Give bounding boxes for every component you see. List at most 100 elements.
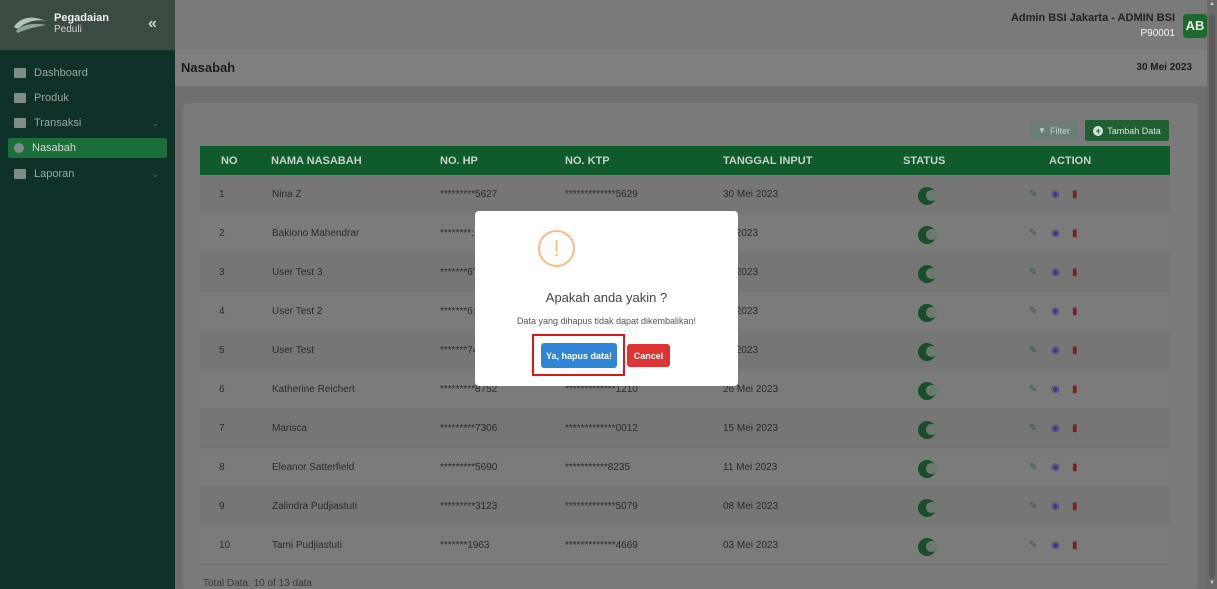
cell-date: 08 Mei 2023 [723,501,779,512]
sidebar: Dashboard Produk Transaksi ⌄ Nasabah Lap… [0,50,175,589]
eye-icon[interactable]: ◉ [1051,540,1060,551]
trash-icon[interactable]: ▮ [1072,462,1078,473]
status-toggle[interactable] [918,421,937,439]
eye-icon[interactable]: ◉ [1051,345,1060,356]
trash-icon[interactable]: ▮ [1072,540,1078,551]
sidebar-item-label: Nasabah [32,142,77,154]
edit-icon[interactable]: ✎ [1029,306,1037,317]
header-status: STATUS [903,154,946,167]
logo-icon [14,17,46,33]
confirm-delete-button[interactable]: Ya, hapus data! [541,343,617,368]
cell-hp: *********3123 [440,501,498,512]
eye-icon[interactable]: ◉ [1051,423,1060,434]
cell-name: Bakiono Mahendrar [272,228,360,239]
logo-subtitle: Peduli [54,24,82,35]
grid-icon [14,93,26,103]
status-toggle[interactable] [918,538,937,556]
eye-icon[interactable]: ◉ [1051,384,1060,395]
page-title: Nasabah [181,60,236,75]
sidebar-item-label: Produk [34,92,69,104]
sidebar-item-produk[interactable]: Produk [8,88,167,108]
user-menu[interactable]: Admin BSI Jakarta - ADMIN BSI P90001 AB [1011,12,1207,39]
trash-icon[interactable]: ▮ [1072,189,1078,200]
status-toggle[interactable] [918,187,937,205]
table-row: 9 Zalindra Pudjiastuti *********3123 ******… [200,488,1170,526]
edit-icon[interactable]: ✎ [1029,540,1037,551]
filter-button[interactable]: ▼ Filter [1030,121,1078,140]
dashboard-icon [14,68,26,78]
header-action: ACTION [1049,154,1092,167]
status-toggle[interactable] [918,499,937,517]
plus-icon: + [1093,125,1104,136]
edit-icon[interactable]: ✎ [1029,267,1037,278]
status-toggle[interactable] [918,304,937,322]
table-header: NO NAMA NASABAH NO. HP NO. KTP TANGGAL I… [200,146,1170,175]
warning-icon: ! [538,230,575,267]
edit-icon[interactable]: ✎ [1029,423,1037,434]
chevron-down-icon: ⌄ [151,117,159,128]
cell-date: 03 Mei 2023 [723,540,779,551]
cell-no: 9 [219,501,225,512]
sidebar-item-dashboard[interactable]: Dashboard [8,63,167,83]
cell-ktp: *************4669 [565,540,638,551]
cell-ktp: *************5629 [565,189,638,200]
cell-no: 5 [219,345,225,356]
dialog-message: Data yang dihapus tidak dapat dikembalik… [516,316,697,326]
page-header: Nasabah 30 Mei 2023 [175,50,1207,86]
edit-icon[interactable]: ✎ [1029,345,1037,356]
edit-icon[interactable]: ✎ [1029,189,1037,200]
trash-icon[interactable]: ▮ [1072,501,1078,512]
status-toggle[interactable] [918,382,937,400]
cell-name: Nina Z [272,189,302,200]
trash-icon[interactable]: ▮ [1072,345,1078,356]
add-data-button[interactable]: + Tambah Data [1085,120,1169,141]
eye-icon[interactable]: ◉ [1051,501,1060,512]
status-toggle[interactable] [918,343,937,361]
cell-hp: *********7306 [440,423,498,434]
table-row: 8 Eleanor Satterfield *********5690 *******… [200,449,1170,487]
edit-icon[interactable]: ✎ [1029,462,1037,473]
calendar-icon [14,169,26,179]
scroll-up-arrow[interactable]: ▲ [1209,1,1215,7]
cell-no: 2 [219,228,225,239]
eye-icon[interactable]: ◉ [1051,189,1060,200]
trash-icon[interactable]: ▮ [1072,423,1078,434]
sidebar-item-laporan[interactable]: Laporan ⌄ [8,164,167,184]
cell-hp: *********5627 [440,189,498,200]
cell-no: 6 [219,384,225,395]
edit-icon[interactable]: ✎ [1029,384,1037,395]
edit-icon[interactable]: ✎ [1029,228,1037,239]
sidebar-item-nasabah[interactable]: Nasabah [8,138,167,158]
scroll-down-arrow[interactable]: ▼ [1209,580,1215,586]
trash-icon[interactable]: ▮ [1072,228,1078,239]
cell-name: User Test [272,345,315,356]
status-toggle[interactable] [918,226,937,244]
cell-no: 1 [219,189,225,200]
logo-title: Pegadaian [54,12,110,24]
cancel-button[interactable]: Cancel [627,344,670,367]
status-toggle[interactable] [918,265,937,283]
table-row: 10 Tami Pudjiastuti *******1963 ***********… [200,527,1170,565]
cell-name: Marisca [272,423,308,434]
cell-ktp: *************5079 [565,501,638,512]
trash-icon[interactable]: ▮ [1072,384,1078,395]
cell-no: 3 [219,267,225,278]
scrollbar-thumb[interactable] [1209,14,1215,578]
sidebar-item-transaksi[interactable]: Transaksi ⌄ [8,113,167,133]
trash-icon[interactable]: ▮ [1072,267,1078,278]
sidebar-item-label: Dashboard [34,67,88,79]
cell-name: Eleanor Satterfield [272,462,355,473]
table-row: 7 Marisca *********7306 *************0012 15… [200,410,1170,448]
status-toggle[interactable] [918,460,937,478]
eye-icon[interactable]: ◉ [1051,306,1060,317]
cell-date: 11 Mei 2023 [723,462,778,473]
eye-icon[interactable]: ◉ [1051,228,1060,239]
avatar[interactable]: AB [1183,13,1207,38]
edit-icon[interactable]: ✎ [1029,501,1037,512]
cell-no: 8 [219,462,225,473]
user-name: Admin BSI Jakarta - ADMIN BSI [1010,12,1175,24]
eye-icon[interactable]: ◉ [1051,267,1060,278]
eye-icon[interactable]: ◉ [1051,462,1060,473]
collapse-sidebar-button[interactable]: « [148,15,157,33]
trash-icon[interactable]: ▮ [1072,306,1078,317]
